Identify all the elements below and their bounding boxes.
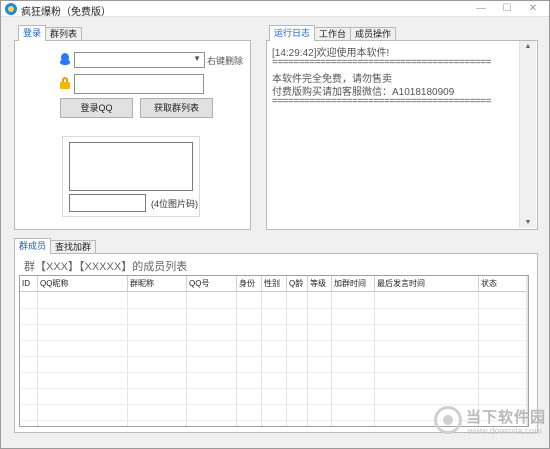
grid-divider	[236, 292, 237, 426]
left-tabbar: 登录 群列表	[18, 25, 83, 41]
tab-find-groups[interactable]: 查找加群	[50, 240, 97, 254]
tab-login[interactable]: 登录	[18, 25, 47, 41]
tab-member-ops[interactable]: 成员操作	[350, 27, 397, 41]
right-tabbar: 运行日志 工作台 成员操作	[269, 25, 397, 41]
run-log-panel	[266, 40, 538, 230]
grid-divider	[20, 388, 528, 389]
captcha-image	[69, 142, 193, 191]
column-header[interactable]: ID	[20, 276, 38, 292]
app-window: 疯狂爆粉（免费版） — ☐ ✕ 登录 群列表 ▼ 右键删除 登录QQ 获取群列表…	[0, 0, 550, 449]
app-icon	[5, 3, 17, 15]
log-scrollbar[interactable]: ▲ ▼	[519, 41, 536, 228]
column-header[interactable]: 等级	[308, 276, 332, 292]
log-separator: ========================================…	[272, 96, 491, 107]
tab-run-log[interactable]: 运行日志	[269, 25, 316, 41]
watermark-text: 当下软件园	[466, 409, 547, 426]
column-header[interactable]: 性别	[262, 276, 287, 292]
minimize-button[interactable]: —	[467, 1, 495, 17]
column-header[interactable]: 群昵称	[128, 276, 187, 292]
login-qq-button[interactable]: 登录QQ	[60, 98, 133, 118]
password-field[interactable]	[74, 74, 204, 94]
captcha-input[interactable]	[69, 194, 146, 212]
grid-divider	[20, 356, 528, 357]
scroll-down-icon[interactable]: ▼	[520, 219, 536, 226]
column-header[interactable]: 加群时间	[332, 276, 375, 292]
qq-penguin-icon	[60, 53, 70, 65]
column-header[interactable]: QQ昵称	[38, 276, 128, 292]
close-button[interactable]: ✕	[519, 1, 547, 17]
maximize-button[interactable]: ☐	[493, 1, 521, 17]
grid-divider	[37, 292, 38, 426]
grid-divider	[286, 292, 287, 426]
window-title: 疯狂爆粉（免费版）	[21, 7, 111, 18]
grid-divider	[20, 372, 528, 373]
grid-divider	[331, 292, 332, 426]
watermark-url: www.downxia.com	[468, 426, 543, 436]
log-separator: ========================================…	[272, 57, 491, 68]
grid-divider	[307, 292, 308, 426]
scroll-up-icon[interactable]: ▲	[520, 43, 536, 50]
column-header[interactable]: 最后发言时间	[375, 276, 479, 292]
grid-divider	[261, 292, 262, 426]
lock-icon	[60, 77, 70, 89]
bottom-tabbar: 群成员 查找加群	[14, 238, 97, 254]
chevron-down-icon[interactable]: ▼	[193, 54, 201, 63]
grid-divider	[20, 324, 528, 325]
watermark-logo-icon	[434, 406, 462, 434]
watermark: 当下软件园 www.downxia.com	[434, 404, 546, 444]
column-header[interactable]: 身份	[237, 276, 262, 292]
column-header[interactable]: Q龄	[287, 276, 308, 292]
title-bar: 疯狂爆粉（免费版） — ☐ ✕	[1, 1, 549, 18]
grid-divider	[127, 292, 128, 426]
get-group-list-button[interactable]: 获取群列表	[140, 98, 213, 118]
tab-workbench[interactable]: 工作台	[314, 27, 352, 41]
right-click-delete-hint: 右键删除	[207, 56, 244, 66]
grid-divider	[20, 340, 528, 341]
qq-account-combo[interactable]: ▼	[74, 52, 205, 68]
column-header[interactable]: 状态	[479, 276, 528, 292]
tab-group-members[interactable]: 群成员	[14, 238, 52, 254]
column-header[interactable]: QQ号	[187, 276, 237, 292]
grid-divider	[20, 308, 528, 309]
grid-divider	[374, 292, 375, 426]
tab-group-list[interactable]: 群列表	[45, 27, 83, 41]
member-list-title: 群【XXX】【XXXXX】的成员列表	[24, 258, 188, 276]
grid-divider	[186, 292, 187, 426]
captcha-hint: (4位图片码)	[151, 199, 198, 209]
